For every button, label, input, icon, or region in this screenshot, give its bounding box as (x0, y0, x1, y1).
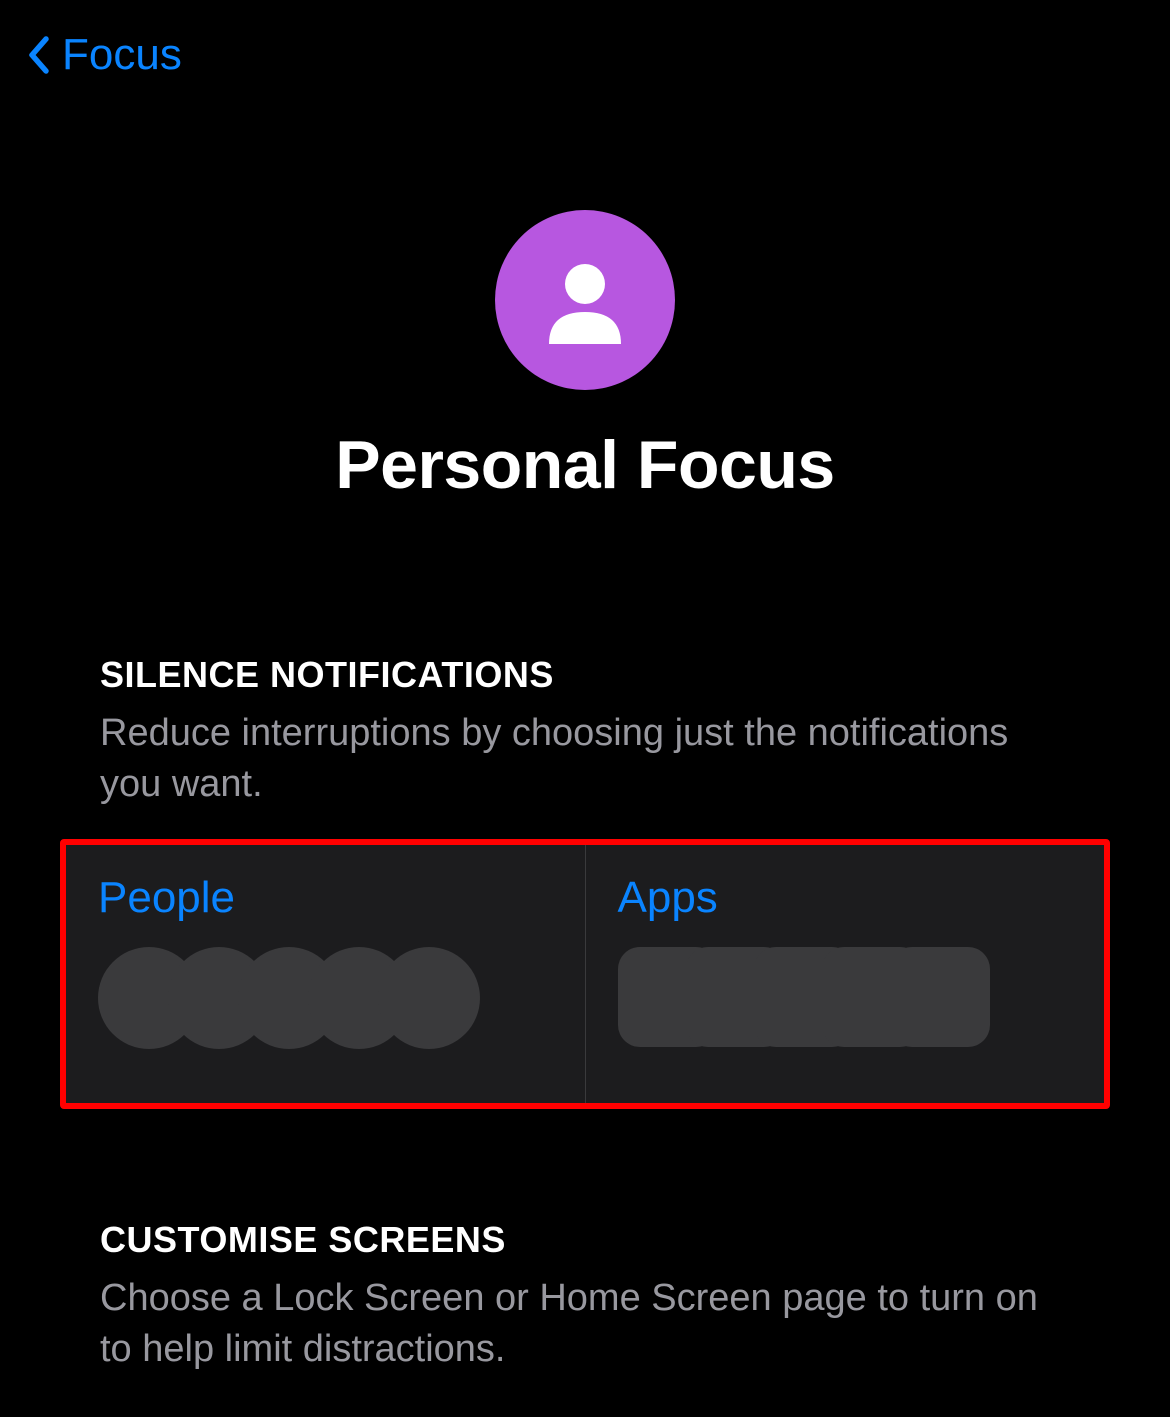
back-chevron-icon[interactable] (24, 33, 52, 77)
apps-placeholders (618, 947, 1073, 1047)
silence-notifications-section: SILENCE NOTIFICATIONS Reduce interruptio… (0, 654, 1170, 811)
page-title: Personal Focus (335, 426, 834, 504)
people-card-label: People (98, 873, 553, 923)
people-placeholders (98, 947, 553, 1049)
navigation-bar: Focus (0, 0, 1170, 110)
focus-avatar-icon (495, 210, 675, 390)
silence-cards-highlighted: People Apps (60, 839, 1110, 1109)
customise-section-description: Choose a Lock Screen or Home Screen page… (100, 1273, 1070, 1376)
people-card[interactable]: People (66, 845, 586, 1103)
app-placeholder-icon (890, 947, 990, 1047)
apps-card[interactable]: Apps (586, 845, 1105, 1103)
header-section: Personal Focus (0, 210, 1170, 504)
back-button-label[interactable]: Focus (62, 30, 182, 80)
customise-section-heading: CUSTOMISE SCREENS (100, 1219, 1070, 1261)
person-placeholder-icon (378, 947, 480, 1049)
silence-section-heading: SILENCE NOTIFICATIONS (100, 654, 1070, 696)
silence-section-description: Reduce interruptions by choosing just th… (100, 708, 1070, 811)
apps-card-label: Apps (618, 873, 1073, 923)
customise-screens-section: CUSTOMISE SCREENS Choose a Lock Screen o… (0, 1219, 1170, 1376)
